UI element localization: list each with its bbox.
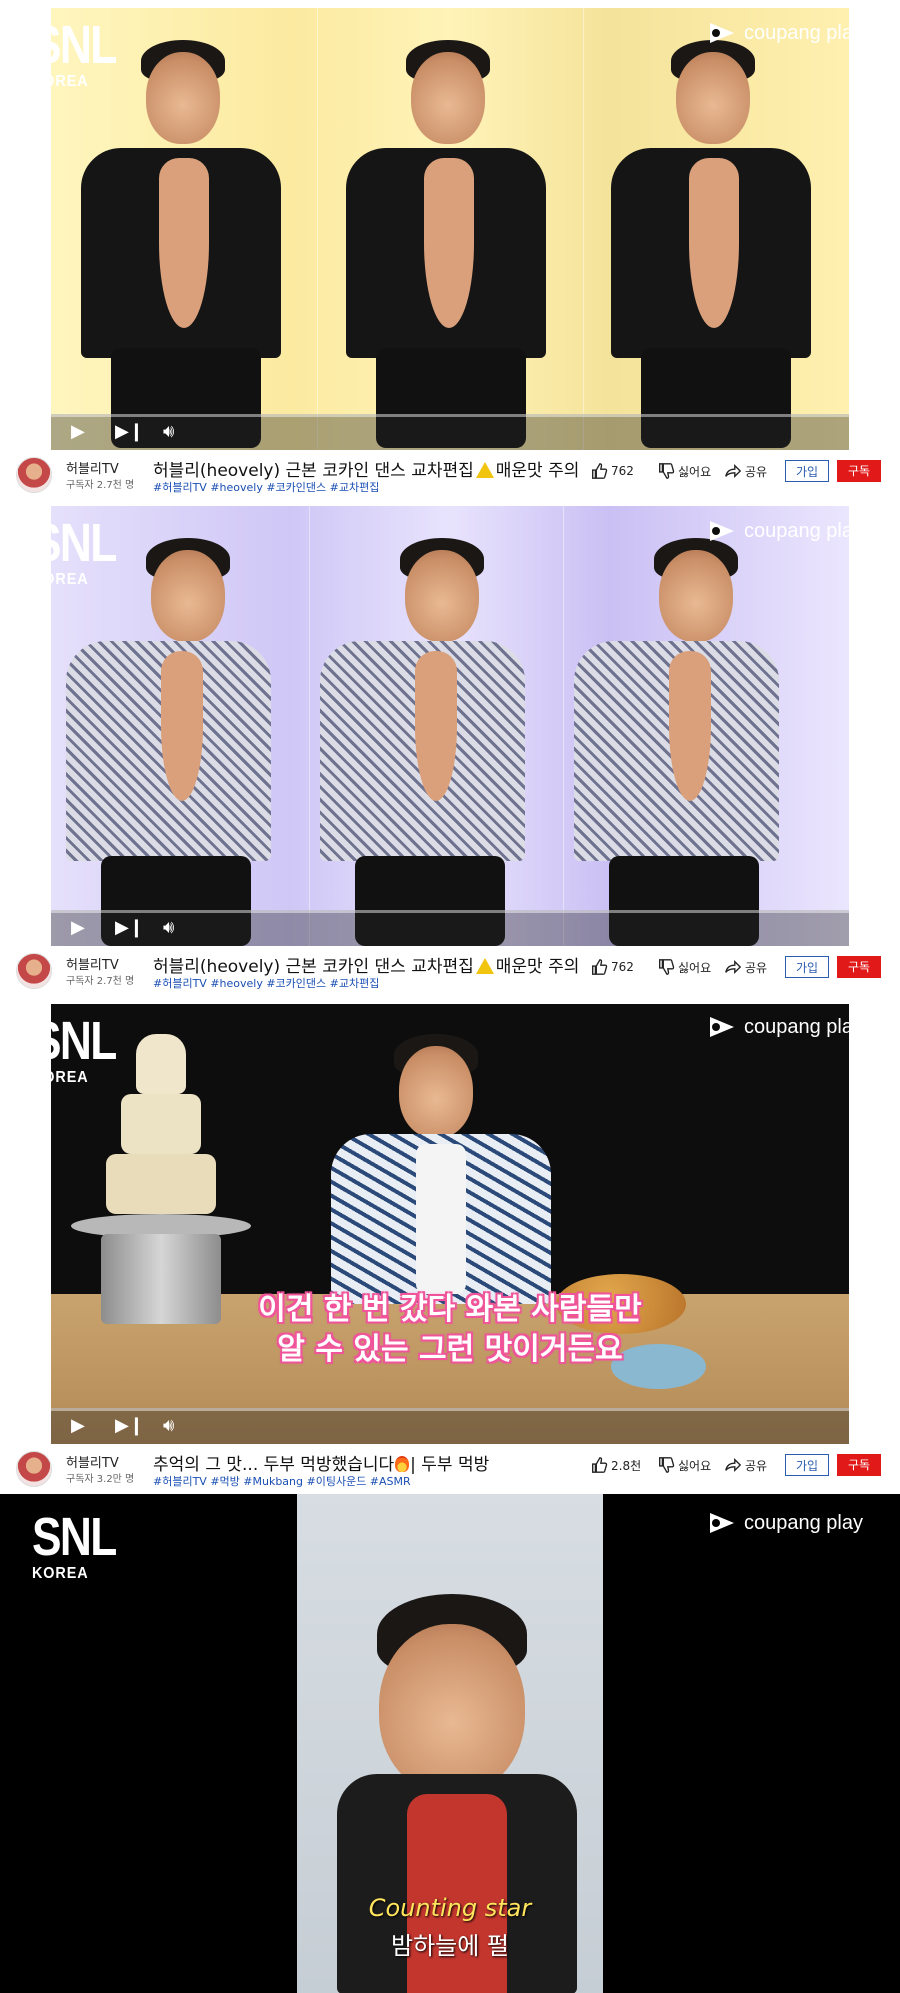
video-info-bar: 허블리TV 구독자 2.7천 명 허블리(heovely) 근본 코카인 댄스 … xyxy=(0,450,900,496)
channel-avatar[interactable] xyxy=(16,457,52,493)
channel-avatar[interactable] xyxy=(16,953,52,989)
video-info-bar: 허블리TV 구독자 2.7천 명 허블리(heovely) 근본 코카인 댄스 … xyxy=(0,946,900,992)
like-button[interactable]: 762 xyxy=(590,462,634,480)
fire-icon xyxy=(395,1456,410,1472)
subscriber-count: 구독자 2.7천 명 xyxy=(66,976,135,987)
play-icon[interactable]: ▶ xyxy=(71,1416,85,1436)
caption-line-1: 이건 한 번 갔다 와본 사람들만 xyxy=(258,1292,642,1327)
next-icon[interactable]: ▶❙ xyxy=(115,918,144,938)
coupang-play-logo: coupang play xyxy=(706,1014,863,1040)
subtitle-korean: 밤하늘에 펄 xyxy=(390,1932,510,1960)
progress-bar[interactable] xyxy=(51,414,849,417)
join-button[interactable]: 가입 xyxy=(785,956,829,978)
thumbs-up-icon xyxy=(592,1457,608,1473)
coupang-play-icon xyxy=(710,521,734,541)
performer-figure xyxy=(71,28,311,448)
performer-figure xyxy=(601,28,841,448)
next-icon[interactable]: ▶❙ xyxy=(115,1416,144,1436)
join-button[interactable]: 가입 xyxy=(785,460,829,482)
progress-bar[interactable] xyxy=(51,910,849,913)
video-player-3[interactable]: 이건 한 번 갔다 와본 사람들만 알 수 있는 그런 맛이거든요 ▶ ▶❙ 🔊… xyxy=(51,1004,849,1444)
player-controls: ▶ ▶❙ 🔊︎ xyxy=(51,1408,849,1444)
snl-korea-logo: SNL KOREA xyxy=(32,513,117,588)
dislike-button[interactable]: 싫어요 xyxy=(657,1456,711,1474)
thumbs-up-icon xyxy=(592,959,608,975)
next-icon[interactable]: ▶❙ xyxy=(115,422,144,442)
progress-bar[interactable] xyxy=(51,1408,849,1411)
coupang-play-logo: coupang play xyxy=(706,518,863,544)
vertical-video[interactable]: Counting star 밤하늘에 펄 xyxy=(297,1494,603,1993)
performer-figure xyxy=(569,526,809,946)
subtitle-english: Counting star xyxy=(368,1894,532,1922)
video-hashtags[interactable]: #허블리TV #heovely #코카인댄스 #교차편집 xyxy=(153,975,379,991)
coupang-play-icon xyxy=(710,1513,734,1533)
share-button[interactable]: 공유 xyxy=(724,1456,767,1474)
performer-figure xyxy=(61,526,301,946)
join-button[interactable]: 가입 xyxy=(785,1454,829,1476)
subscriber-count: 구독자 2.7천 명 xyxy=(66,480,135,491)
performer-figure xyxy=(336,28,576,448)
subscribe-button[interactable]: 구독 xyxy=(837,460,881,482)
video-panel-2: ▶ ▶❙ 🔊︎ SNL KOREA coupang play 허블리TV 구독자… xyxy=(0,500,900,996)
video-player-1[interactable]: ▶ ▶❙ 🔊︎ xyxy=(51,8,849,450)
share-icon xyxy=(725,463,742,479)
snl-korea-logo: SNL KOREA xyxy=(32,1507,117,1582)
coupang-play-icon xyxy=(710,23,734,43)
player-controls: ▶ ▶❙ 🔊︎ xyxy=(51,910,849,946)
coupang-play-logo: coupang play xyxy=(706,20,863,46)
warning-icon xyxy=(475,958,494,974)
play-icon[interactable]: ▶ xyxy=(71,422,85,442)
video-hashtags[interactable]: #허블리TV #heovely #코카인댄스 #교차편집 xyxy=(153,479,379,495)
video-panel-4: Counting star 밤하늘에 펄 SNL KOREA coupang p… xyxy=(0,1494,900,1993)
thumbs-down-icon xyxy=(659,959,675,975)
snl-korea-logo: SNL KOREA xyxy=(32,15,117,90)
share-button[interactable]: 공유 xyxy=(724,958,767,976)
volume-icon[interactable]: 🔊︎ xyxy=(163,1416,174,1436)
warning-icon xyxy=(475,462,494,478)
share-icon xyxy=(725,959,742,975)
like-button[interactable]: 762 xyxy=(590,958,634,976)
coupang-play-icon xyxy=(710,1017,734,1037)
subscriber-count: 구독자 3.2만 명 xyxy=(66,1474,135,1485)
performer-figure xyxy=(315,526,555,946)
share-icon xyxy=(725,1457,742,1473)
snl-korea-logo: SNL KOREA xyxy=(32,1011,117,1086)
video-title: 추억의 그 맛... 두부 먹방했습니다 | 두부 먹방 xyxy=(153,1455,490,1475)
video-hashtags[interactable]: #허블리TV #먹방 #Mukbang #이팅사운드 #ASMR xyxy=(153,1473,411,1489)
thumbs-down-icon xyxy=(659,463,675,479)
share-button[interactable]: 공유 xyxy=(724,462,767,480)
caption-line-2: 알 수 있는 그런 맛이거든요 xyxy=(277,1332,623,1367)
video-title: 허블리(heovely) 근본 코카인 댄스 교차편집 매운맛 주의 xyxy=(153,461,580,481)
subscribe-button[interactable]: 구독 xyxy=(837,956,881,978)
performer-figure xyxy=(331,1034,551,1304)
volume-icon[interactable]: 🔊︎ xyxy=(163,918,174,938)
volume-icon[interactable]: 🔊︎ xyxy=(163,422,174,442)
dislike-button[interactable]: 싫어요 xyxy=(657,958,711,976)
channel-name[interactable]: 허블리TV xyxy=(66,954,119,973)
video-panel-3: 이건 한 번 갔다 와본 사람들만 알 수 있는 그런 맛이거든요 ▶ ▶❙ 🔊… xyxy=(0,996,900,1494)
subscribe-button[interactable]: 구독 xyxy=(837,1454,881,1476)
channel-avatar[interactable] xyxy=(16,1451,52,1487)
like-button[interactable]: 2.8천 xyxy=(590,1456,641,1474)
channel-name[interactable]: 허블리TV xyxy=(66,458,119,477)
video-panel-1: ▶ ▶❙ 🔊︎ SNL KOREA coupang play 허블리TV 구독자… xyxy=(0,0,900,500)
player-controls: ▶ ▶❙ 🔊︎ xyxy=(51,414,849,450)
dislike-button[interactable]: 싫어요 xyxy=(657,462,711,480)
play-icon[interactable]: ▶ xyxy=(71,918,85,938)
video-title: 허블리(heovely) 근본 코카인 댄스 교차편집 매운맛 주의 xyxy=(153,957,580,977)
video-player-2[interactable]: ▶ ▶❙ 🔊︎ xyxy=(51,506,849,946)
video-info-bar: 허블리TV 구독자 3.2만 명 추억의 그 맛... 두부 먹방했습니다 | 두… xyxy=(0,1444,900,1490)
thumbs-up-icon xyxy=(592,463,608,479)
channel-name[interactable]: 허블리TV xyxy=(66,1452,119,1471)
thumbs-down-icon xyxy=(659,1457,675,1473)
coupang-play-logo: coupang play xyxy=(706,1510,863,1536)
